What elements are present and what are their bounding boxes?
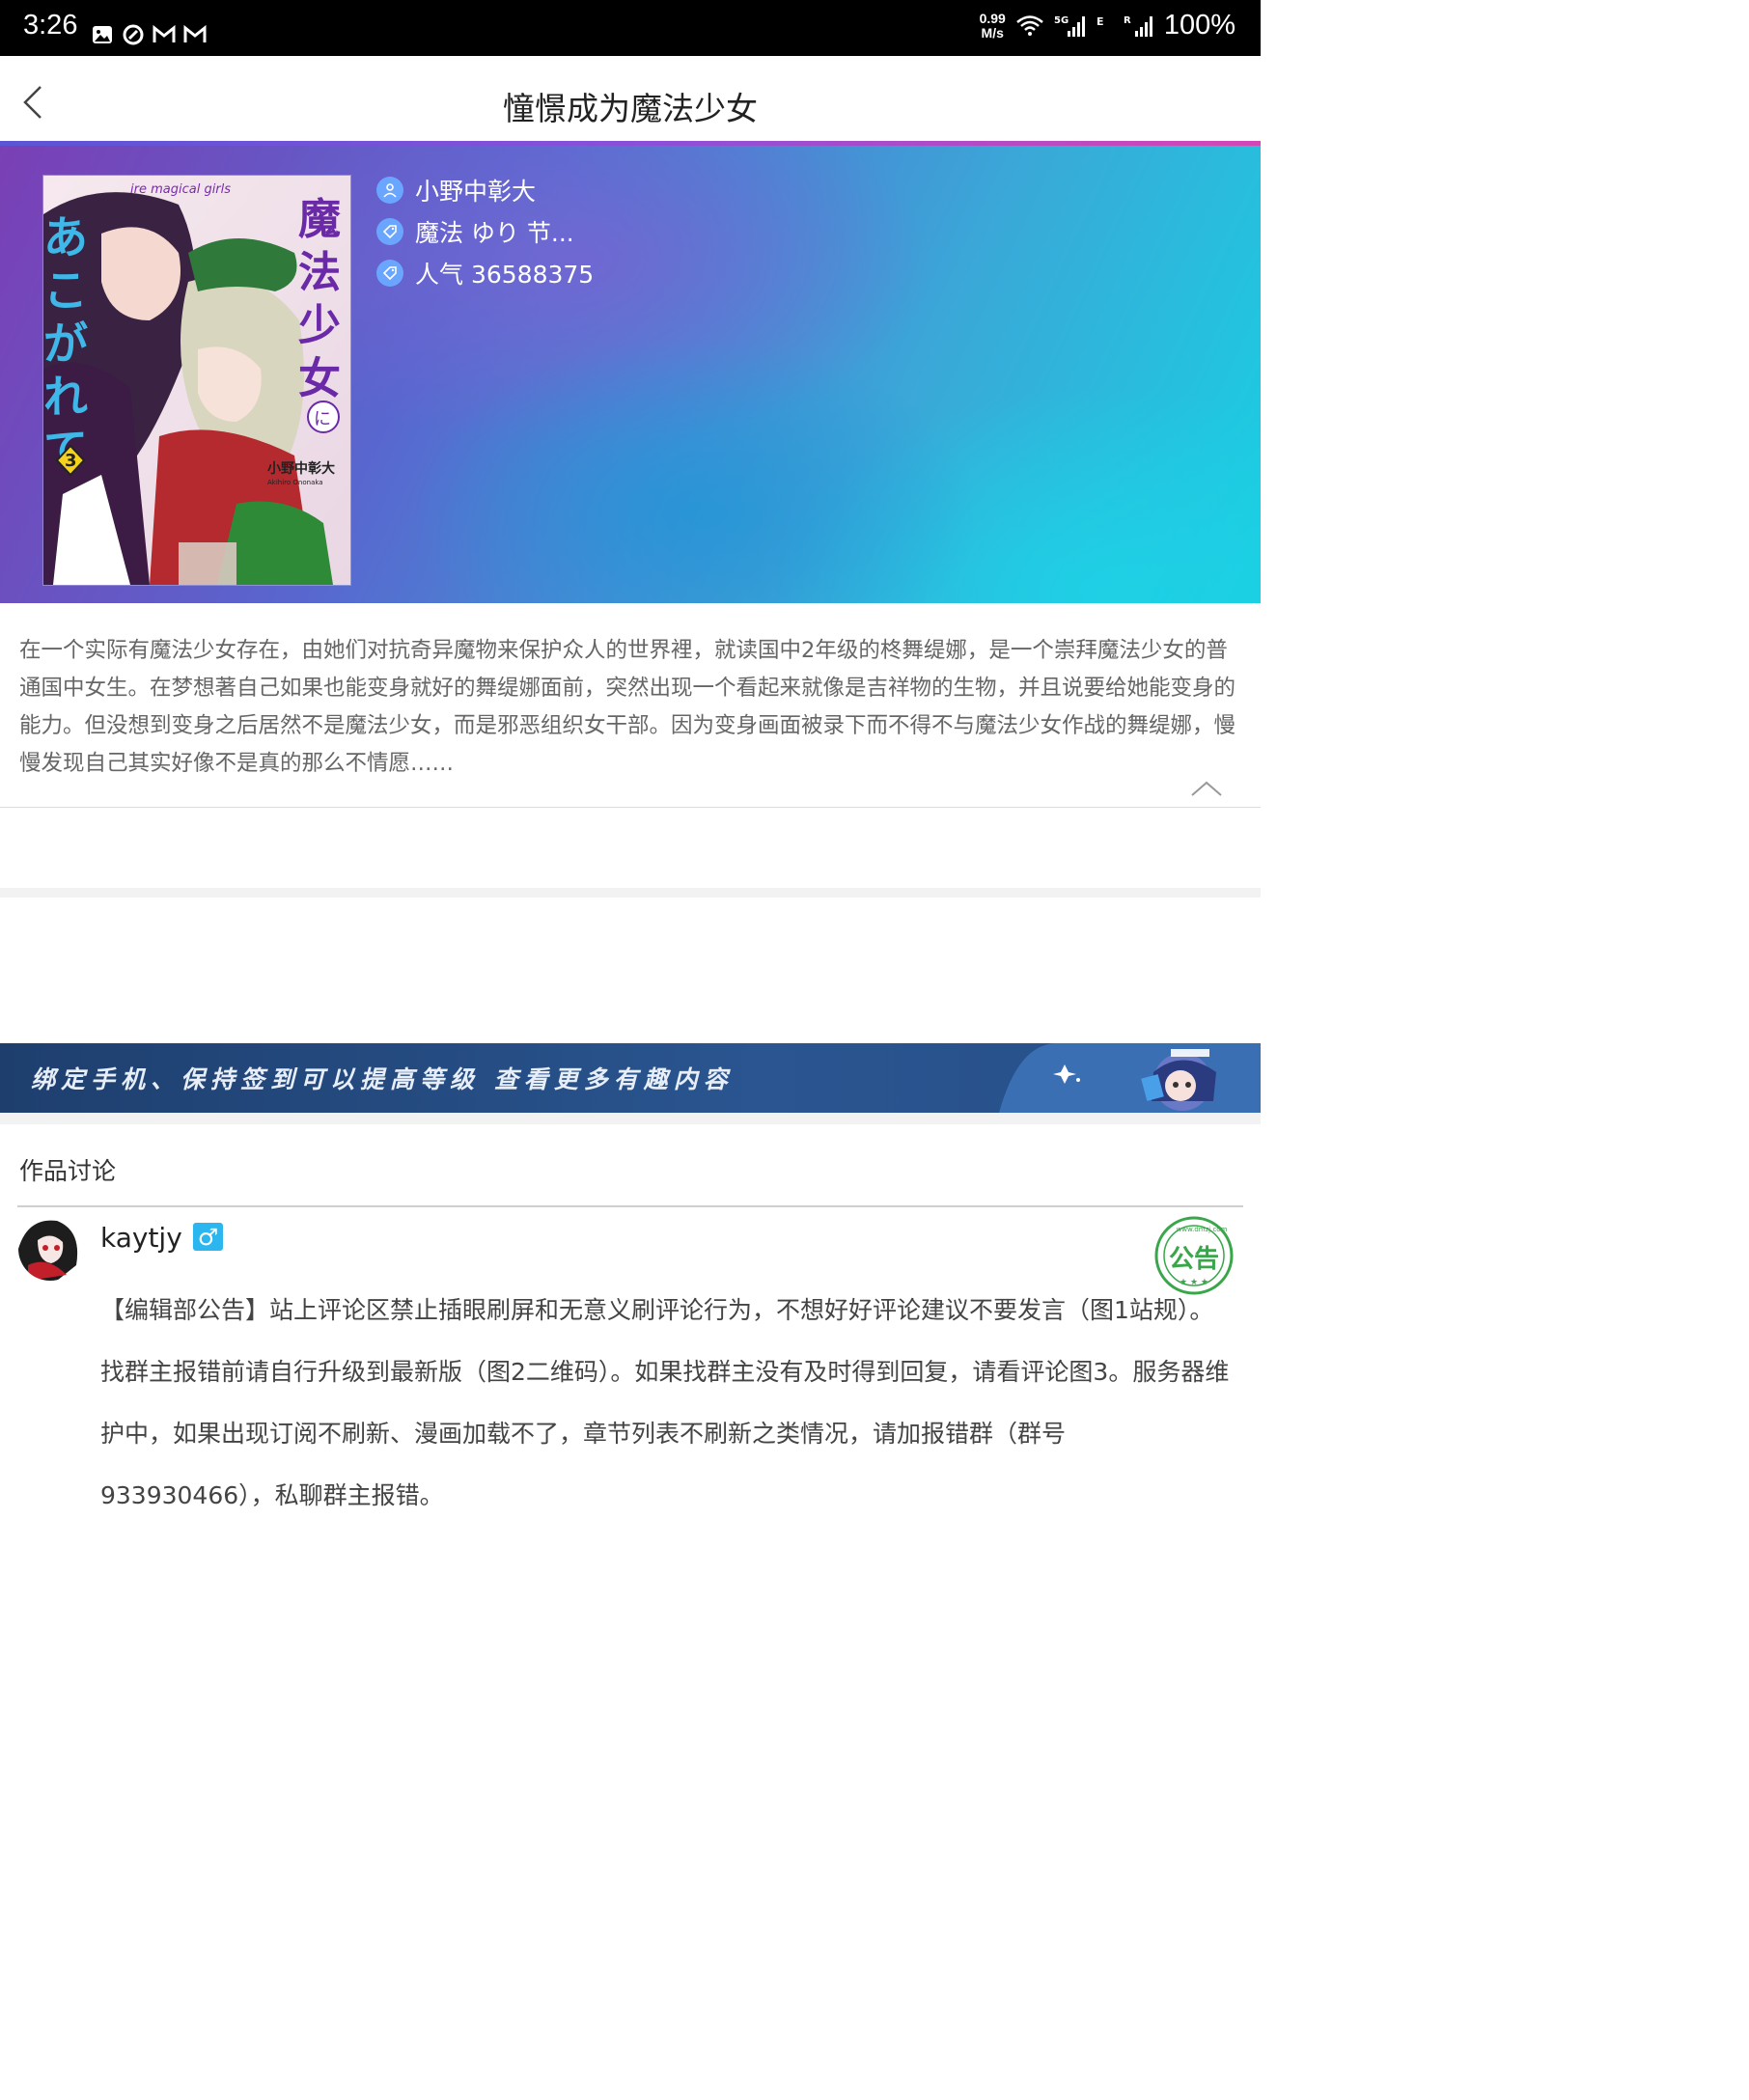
speed-unit: M/s (981, 24, 1004, 41)
speed-value: 0.99 (979, 10, 1006, 26)
author-name: 小野中彰大 (415, 177, 537, 206)
edge-icon: E (1097, 15, 1104, 28)
svg-text:5G: 5G (1054, 15, 1069, 26)
section-gap (0, 1113, 1261, 1124)
divider (0, 807, 1261, 808)
cover-art: 魔 法 少 女 に あ こ が れ て ire magical girls 3 … (43, 176, 350, 585)
svg-text:れ: れ (43, 371, 88, 423)
page-title: 憧憬成为魔法少女 (503, 90, 758, 127)
promo-banner[interactable]: 绑定手机、保持签到可以提高等级 查看更多有趣内容 (0, 1043, 1261, 1113)
book-popularity: 人气 36588375 (415, 260, 595, 289)
svg-text:3: 3 (65, 451, 77, 471)
book-cover[interactable]: 魔 法 少 女 に あ こ が れ て ire magical girls 3 … (43, 176, 350, 585)
divider (17, 1205, 1243, 1207)
book-hero: 魔 法 少 女 に あ こ が れ て ire magical girls 3 … (0, 146, 1261, 603)
cover-title-char: 魔 (298, 195, 341, 244)
status-right: 0.99 M/s 5G E R 100% (980, 10, 1235, 41)
svg-text:こ: こ (43, 264, 88, 317)
battery-level: 100% (1163, 10, 1235, 41)
gmail-icon (183, 24, 207, 42)
notification-icons (91, 23, 207, 46)
svg-text:女: 女 (298, 354, 341, 403)
gallery-icon (93, 26, 112, 43)
author-row[interactable]: 小野中彰大 (376, 169, 594, 210)
comment-text[interactable]: 【编辑部公告】站上评论区禁止插眼刷屏和无意义刷评论行为，不想好好评论建议不要发言… (100, 1280, 1235, 1527)
wifi-icon (1016, 14, 1043, 36)
status-time: 3:26 (23, 10, 78, 41)
status-bar: 3:26 0.99 M/s 5G E R 100% (0, 0, 1261, 56)
comment-username[interactable]: kaytjy (100, 1222, 182, 1254)
stamp-text: 公告 (1169, 1245, 1219, 1274)
avatar[interactable] (18, 1217, 82, 1281)
svg-text:E: E (1097, 15, 1104, 28)
svg-text:R: R (1124, 15, 1131, 26)
app-header: 憧憬成为魔法少女 (0, 56, 1261, 143)
svg-text:に: に (314, 409, 331, 429)
tags-row[interactable]: 魔法 ゆり 节... (376, 210, 594, 252)
book-meta: 小野中彰大 魔法 ゆり 节... 人气 36588375 (376, 169, 594, 293)
discussion-title: 作品讨论 (19, 1157, 117, 1185)
tag-icon (376, 259, 403, 287)
svg-text:Akihiro Ononaka: Akihiro Ononaka (267, 479, 323, 486)
network-speed: 0.99 M/s (979, 10, 1006, 41)
signal-5g-icon: 5G (1054, 15, 1085, 37)
book-tags: 魔法 ゆり 节... (415, 218, 574, 247)
user-icon (376, 176, 403, 204)
sync-icon (123, 24, 144, 45)
svg-text:少: 少 (298, 301, 341, 350)
svg-text:あ: あ (43, 211, 88, 263)
signal-r-icon: R (1124, 15, 1152, 37)
male-gender-icon: ♂ (193, 1223, 223, 1251)
section-gap (0, 888, 1261, 898)
tag-icon (376, 217, 403, 245)
stamp-url: www.dmzj.com (1177, 1226, 1228, 1233)
book-description[interactable]: 在一个实际有魔法少女存在，由她们对抗奇异魔物来保护众人的世界裡，就读国中2年级的… (19, 632, 1241, 783)
svg-text:ire magical girls: ire magical girls (130, 182, 231, 197)
chevron-up-icon[interactable] (1189, 778, 1224, 799)
svg-text:小野中彰大: 小野中彰大 (267, 460, 335, 477)
banner-text: 绑定手机、保持签到可以提高等级 查看更多有趣内容 (31, 1065, 734, 1093)
mascot-illustration (999, 1043, 1261, 1113)
gmail-icon (153, 24, 176, 42)
gender-symbol: ♂ (197, 1223, 219, 1251)
svg-text:が: が (43, 318, 88, 370)
popularity-row: 人气 36588375 (376, 252, 594, 293)
svg-text:法: 法 (298, 248, 341, 297)
